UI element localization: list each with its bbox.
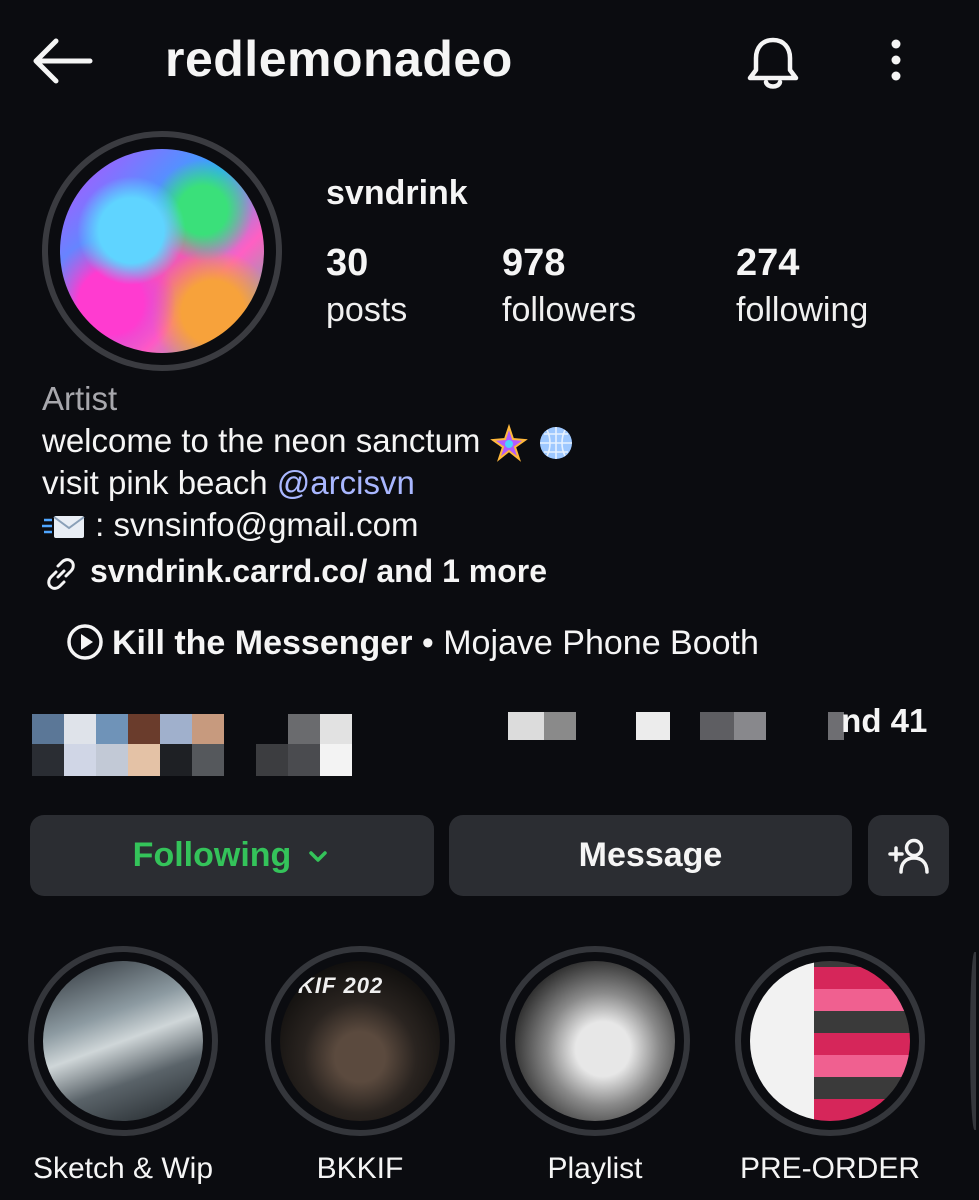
- highlight-cover: [43, 961, 203, 1121]
- posts-count: 30: [326, 242, 369, 284]
- highlight-cover: [515, 961, 675, 1121]
- bell-icon[interactable]: [742, 34, 804, 92]
- profile-username-title: redlemonadeo: [165, 31, 513, 87]
- sparkle-star-emoji-icon: [489, 424, 528, 463]
- highlight-cover: [750, 961, 910, 1121]
- following-label: Following: [132, 836, 292, 874]
- back-arrow-icon[interactable]: [28, 36, 94, 86]
- bio-line-1: welcome to the neon sanctum: [42, 422, 575, 463]
- followers-count: 978: [502, 242, 566, 284]
- music-separator: •: [421, 624, 434, 662]
- highlight-pre-order[interactable]: PRE-ORDER: [735, 946, 925, 1186]
- message-button[interactable]: Message: [449, 815, 852, 896]
- following-label: following: [736, 291, 869, 329]
- message-label: Message: [578, 836, 723, 874]
- followers-label: followers: [502, 291, 637, 329]
- mutual-count-text: nd 41: [841, 702, 928, 739]
- song-title: Kill the Messenger: [112, 624, 413, 662]
- highlight-ring: [500, 946, 690, 1136]
- bio-line-3: : svnsinfo@gmail.com: [42, 506, 418, 544]
- more-vertical-icon[interactable]: [876, 36, 916, 86]
- suggested-users-button[interactable]: [868, 815, 949, 896]
- stat-posts[interactable]: 30 posts: [326, 242, 407, 330]
- profile-link[interactable]: svndrink.carrd.co/ and 1 more: [42, 553, 547, 593]
- following-button[interactable]: Following: [30, 815, 434, 896]
- bio-text-3: : svnsinfo@gmail.com: [95, 506, 419, 543]
- highlight-partial-next[interactable]: [970, 952, 979, 1130]
- highlight-label: PRE-ORDER: [739, 1152, 920, 1185]
- highlight-label: BKKIF: [316, 1152, 404, 1185]
- disco-ball-emoji-icon: [539, 427, 572, 460]
- mutual-followers-text: .nd 41: [828, 702, 927, 740]
- link-icon: [47, 557, 75, 590]
- highlight-ring: [735, 946, 925, 1136]
- following-count: 274: [736, 242, 800, 284]
- avatar-image: [60, 149, 264, 353]
- highlight-label: Sketch & Wip: [32, 1152, 214, 1185]
- chevron-down-icon: [309, 850, 328, 862]
- play-icon: [67, 624, 103, 660]
- threads-mention-link[interactable]: @arcisvn: [277, 464, 415, 501]
- bio-text-2: visit pink beach: [42, 464, 268, 501]
- posts-label: posts: [326, 291, 408, 329]
- link-text: svndrink.carrd.co/ and 1 more: [90, 553, 548, 589]
- profile-category: Artist: [42, 380, 118, 417]
- stat-followers[interactable]: 978 followers: [502, 242, 636, 330]
- highlight-bkkif[interactable]: KIF 202 BKKIF: [265, 946, 455, 1186]
- highlight-playlist[interactable]: Playlist: [500, 946, 690, 1186]
- bio-text-1: welcome to the neon sanctum: [42, 422, 481, 459]
- song-artist: Mojave Phone Booth: [443, 624, 759, 662]
- highlight-ring: KIF 202: [265, 946, 455, 1136]
- highlight-ring: [28, 946, 218, 1136]
- bio-line-2: visit pink beach @arcisvn: [42, 464, 415, 502]
- profile-music[interactable]: Kill the Messenger • Mojave Phone Booth: [66, 624, 759, 663]
- highlight-cover: KIF 202: [280, 961, 440, 1121]
- highlight-sketch-wip[interactable]: Sketch & Wip: [28, 946, 218, 1186]
- display-name: svndrink: [326, 174, 468, 212]
- stat-following[interactable]: 274 following: [736, 242, 868, 330]
- add-user-icon: [887, 838, 929, 874]
- profile-avatar[interactable]: [42, 131, 282, 371]
- highlight-cover-text: KIF 202: [298, 973, 384, 998]
- highlight-label: Playlist: [547, 1152, 643, 1185]
- envelope-emoji-icon: [42, 516, 85, 539]
